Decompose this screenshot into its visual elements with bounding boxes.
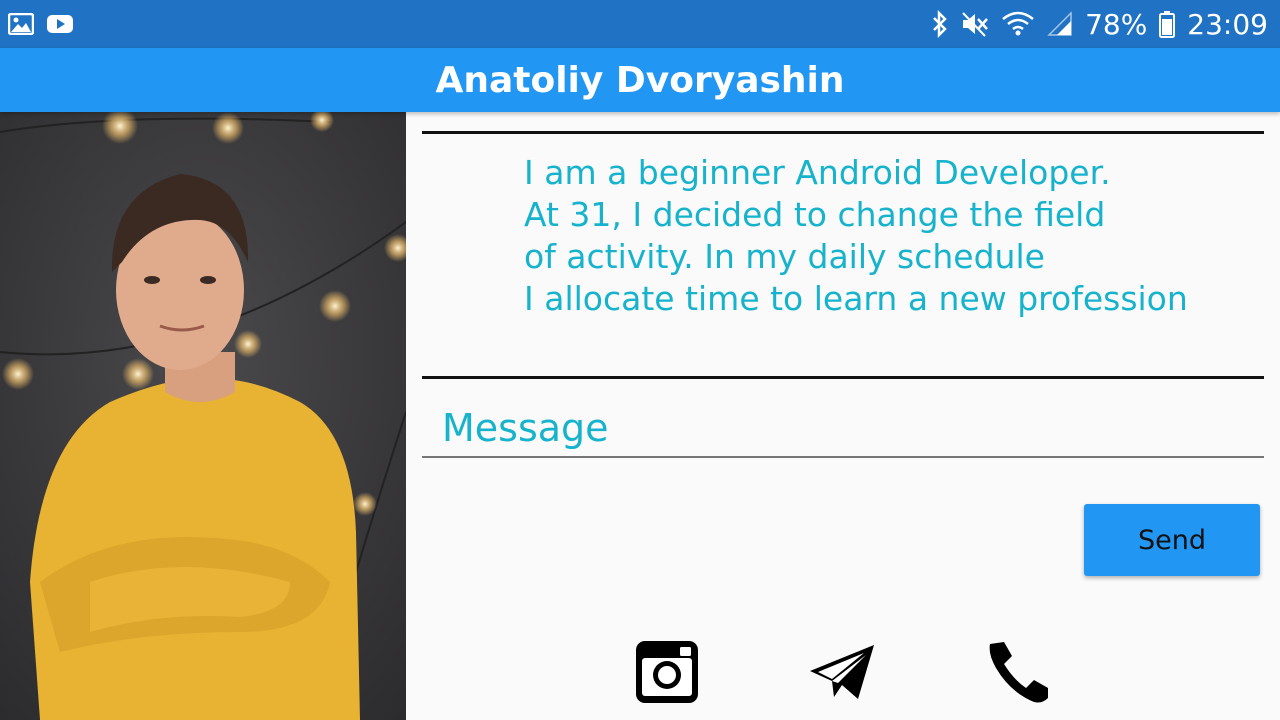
status-right: 78% 23:09 xyxy=(931,8,1268,41)
bluetooth-icon xyxy=(931,10,949,38)
about-line: I am a beginner Android Developer. xyxy=(524,153,1111,192)
phone-icon[interactable] xyxy=(984,638,1052,706)
mute-icon xyxy=(961,11,989,37)
clock: 23:09 xyxy=(1187,7,1268,41)
middle-divider xyxy=(422,376,1264,379)
profile-photo xyxy=(0,112,406,720)
app-bar: Anatoliy Dvoryashin xyxy=(0,48,1280,112)
wifi-icon xyxy=(1001,11,1035,37)
battery-percent: 78% xyxy=(1085,7,1148,41)
top-divider xyxy=(422,131,1264,134)
message-input[interactable] xyxy=(422,400,1264,458)
signal-icon xyxy=(1047,11,1073,37)
about-line: At 31, I decided to change the field xyxy=(524,195,1106,234)
status-left xyxy=(8,13,74,35)
status-bar: 78% 23:09 xyxy=(0,0,1280,48)
app-title: Anatoliy Dvoryashin xyxy=(435,59,845,101)
about-line: I allocate time to learn a new professio… xyxy=(524,279,1188,318)
about-line: of activity. In my daily schedule xyxy=(524,237,1045,276)
send-button[interactable]: Send xyxy=(1084,504,1260,576)
telegram-icon[interactable] xyxy=(808,638,876,706)
instagram-icon[interactable] xyxy=(633,638,701,706)
youtube-icon xyxy=(46,13,74,35)
about-text: I am a beginner Android Developer. At 31… xyxy=(524,152,1264,320)
gallery-icon xyxy=(8,13,34,35)
battery-icon xyxy=(1159,10,1176,38)
